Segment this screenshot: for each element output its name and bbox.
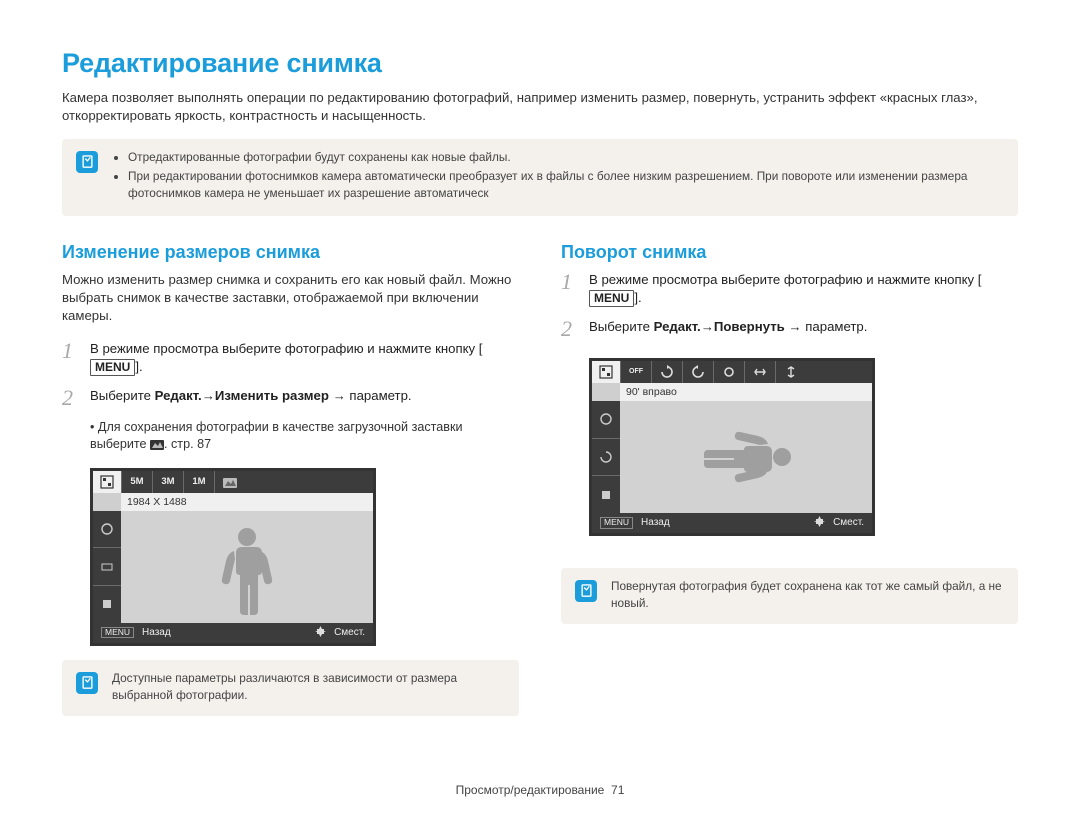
top-note-bullet: Отредактированные фотографии будут сохра… <box>128 149 1004 166</box>
step-text: Выберите <box>90 388 155 403</box>
step-text: ]. <box>135 359 142 374</box>
left-step-2: 2 Выберите Редакт. → Изменить размер → п… <box>62 387 519 409</box>
side-icon <box>93 585 121 623</box>
top-note-box: Отредактированные фотографии будут сохра… <box>62 139 1018 216</box>
back-button-label: MENU <box>101 627 134 638</box>
menu-path-edit: Редакт. <box>155 388 202 403</box>
menu-path-rotate: Повернуть <box>714 319 785 334</box>
step-number: 2 <box>561 318 579 340</box>
left-body: Можно изменить размер снимка и сохранить… <box>62 271 519 326</box>
right-note-box: Повернутая фотография будет сохранена ка… <box>561 568 1018 624</box>
intro-paragraph: Камера позволяет выполнять операции по р… <box>62 89 1018 125</box>
right-step-2: 2 Выберите Редакт. → Повернуть → парамет… <box>561 318 1018 340</box>
footer-section: Просмотр/редактирование <box>456 783 605 797</box>
step-text: В режиме просмотра выберите фотографию и… <box>90 341 482 356</box>
screen-tab-icon <box>93 471 121 493</box>
back-label: Назад <box>142 627 171 638</box>
menu-button-label: MENU <box>90 359 135 376</box>
startup-option-icon <box>214 471 245 493</box>
resolution-option: 1M <box>183 471 214 493</box>
rotate-left-icon <box>682 361 713 383</box>
step-text: В режиме просмотра выберите фотографию и… <box>589 272 981 287</box>
page-footer: Просмотр/редактирование 71 <box>0 783 1080 797</box>
rotate-180-icon <box>713 361 744 383</box>
substep-text: . cтр. 87 <box>164 437 211 451</box>
dpad-icon <box>814 516 825 530</box>
left-column: Изменение размеров снимка Можно изменить… <box>62 242 519 716</box>
menu-path-resize: Изменить размер <box>215 388 329 403</box>
side-icon <box>592 475 620 513</box>
step-text: ]. <box>634 290 641 305</box>
step-number: 1 <box>62 340 80 377</box>
size-label: 1984 X 1488 <box>121 493 373 511</box>
resolution-option: 3M <box>152 471 183 493</box>
back-button-label: MENU <box>600 517 633 528</box>
substep-text: Для сохранения фотографии в качестве заг… <box>90 420 463 452</box>
right-column: Поворот снимка 1 В режиме просмотра выбе… <box>561 242 1018 716</box>
resize-preview-screen: 5M 3M 1M 1984 X 1488 <box>90 468 376 646</box>
left-heading: Изменение размеров снимка <box>62 242 519 263</box>
note-icon <box>76 672 98 694</box>
move-label: Смест. <box>833 517 864 528</box>
preview-canvas <box>620 401 872 513</box>
rotate-preview-screen: OFF 90' вправо <box>589 358 875 536</box>
right-heading: Поворот снимка <box>561 242 1018 263</box>
right-note-text: Повернутая фотография будет сохранена ка… <box>611 578 1004 612</box>
page-title: Редактирование снимка <box>62 48 1018 79</box>
flip-h-icon <box>744 361 775 383</box>
right-step-1: 1 В режиме просмотра выберите фотографию… <box>561 271 1018 308</box>
left-step-1: 1 В режиме просмотра выберите фотографию… <box>62 340 519 377</box>
footer-page-number: 71 <box>611 783 624 797</box>
rotate-right-icon <box>651 361 682 383</box>
preview-canvas <box>121 511 373 623</box>
note-icon <box>575 580 597 602</box>
top-note-bullet: При редактировании фотоснимков камера ав… <box>128 168 1004 202</box>
left-note-text: Доступные параметры различаются в зависи… <box>112 670 505 704</box>
note-icon <box>76 151 98 173</box>
step-number: 1 <box>561 271 579 308</box>
resolution-option: 5M <box>121 471 152 493</box>
left-note-box: Доступные параметры различаются в зависи… <box>62 660 519 716</box>
step-number: 2 <box>62 387 80 409</box>
rotate-label: 90' вправо <box>620 383 872 401</box>
move-label: Смест. <box>334 627 365 638</box>
back-label: Назад <box>641 517 670 528</box>
side-icon <box>93 547 121 585</box>
arrow-icon: → <box>701 318 714 336</box>
startup-image-icon <box>150 438 164 456</box>
flip-v-icon <box>775 361 806 383</box>
side-icon <box>592 401 620 438</box>
step-text: → параметр. <box>785 319 868 334</box>
side-icon <box>592 438 620 476</box>
left-substep: • Для сохранения фотографии в качестве з… <box>90 419 519 456</box>
step-text: → параметр. <box>329 388 412 403</box>
dpad-icon <box>315 626 326 640</box>
side-icon <box>93 511 121 548</box>
screen-tab-icon <box>592 361 620 383</box>
rotate-off-icon: OFF <box>620 361 651 383</box>
arrow-icon: → <box>202 387 215 405</box>
menu-path-edit: Редакт. <box>654 319 701 334</box>
step-text: Выберите <box>589 319 654 334</box>
menu-button-label: MENU <box>589 290 634 307</box>
